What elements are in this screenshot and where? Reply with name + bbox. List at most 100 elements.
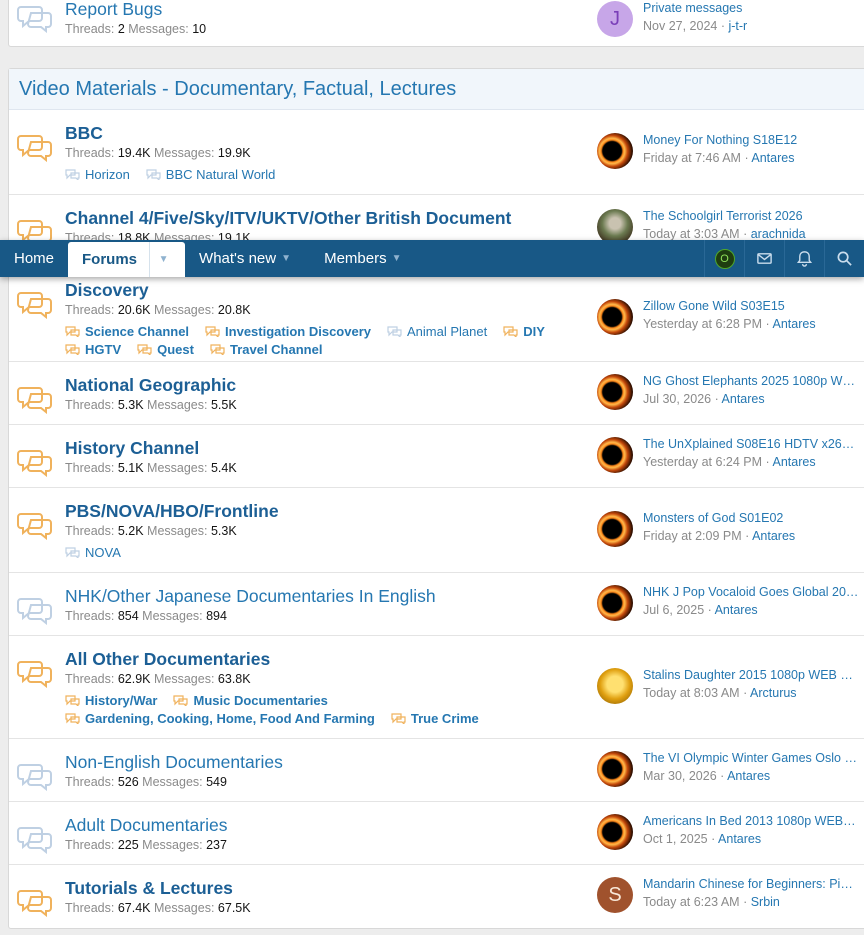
subforum-link[interactable]: Quest <box>137 342 194 357</box>
avatar[interactable] <box>597 585 633 621</box>
forum-title[interactable]: National Geographic <box>65 375 236 396</box>
forum-stats: Threads: 526 Messages: 549 <box>65 775 227 789</box>
forum-node: Discovery Threads: 20.6K Messages: 20.8K S… <box>9 275 864 362</box>
subforum-icon <box>65 546 80 560</box>
avatar[interactable] <box>597 751 633 787</box>
forum-title[interactable]: Adult Documentaries <box>65 815 227 836</box>
last-post-title[interactable]: Stalins Daughter 2015 1080p WEB x264 <box>643 668 859 682</box>
subforum-icon <box>391 712 406 726</box>
inbox-button[interactable] <box>744 240 784 277</box>
last-post-title[interactable]: Private messages <box>643 1 859 15</box>
subforum-icon <box>65 343 80 357</box>
subforum-icon <box>503 325 518 339</box>
forum-stats: Threads: 20.6K Messages: 20.8K <box>65 303 251 317</box>
last-post-title[interactable]: Americans In Bed 2013 1080p WEB x264 <box>643 814 859 828</box>
last-post-meta: Oct 1, 2025 · Antares <box>643 832 762 846</box>
forum-title[interactable]: Discovery <box>65 280 149 301</box>
avatar[interactable] <box>597 814 633 850</box>
nav-home[interactable]: Home <box>0 240 68 277</box>
chevron-down-icon[interactable]: ▼ <box>276 240 296 277</box>
forum-unread-icon <box>17 658 55 688</box>
forum-title[interactable]: History Channel <box>65 438 199 459</box>
subforum-icon <box>65 694 80 708</box>
last-post-meta: Today at 3:03 AM · arachnida <box>643 227 806 241</box>
subforum-icon <box>137 343 152 357</box>
forum-title[interactable]: Non-English Documentaries <box>65 752 283 773</box>
forum-title-report-bugs[interactable]: Report Bugs <box>65 0 162 20</box>
avatar[interactable] <box>597 668 633 704</box>
account-button[interactable]: O <box>704 240 744 277</box>
forum-stats: Threads: 5.2K Messages: 5.3K <box>65 524 237 538</box>
forum-title[interactable]: All Other Documentaries <box>65 649 270 670</box>
avatar[interactable] <box>597 299 633 335</box>
forum-title[interactable]: NHK/Other Japanese Documentaries In Engl… <box>65 586 436 607</box>
avatar[interactable]: S <box>597 877 633 913</box>
subforum-list: HGTV Quest Travel Channel <box>65 342 338 357</box>
subforum-link[interactable]: Travel Channel <box>210 342 322 357</box>
avatar[interactable] <box>597 437 633 473</box>
envelope-icon <box>757 253 772 264</box>
forum-title[interactable]: PBS/NOVA/HBO/Frontline <box>65 501 279 522</box>
forum-block-support: Report Bugs Threads: 2 Messages: 10 J Pr… <box>8 0 864 47</box>
subforum-link[interactable]: Animal Planet <box>387 324 487 339</box>
forum-title[interactable]: Tutorials & Lectures <box>65 878 233 899</box>
forum-node: Tutorials & Lectures Threads: 67.4K Messa… <box>9 865 864 928</box>
subforum-icon <box>146 168 161 182</box>
last-post-title[interactable]: The UnXplained S08E16 HDTV x264 AAC <box>643 437 859 451</box>
forum-node: PBS/NOVA/HBO/Frontline Threads: 5.2K Mess… <box>9 488 864 573</box>
last-post: Money For Nothing S18E12 Friday at 7:46 A… <box>597 133 864 173</box>
avatar[interactable] <box>597 374 633 410</box>
subforum-link[interactable]: Gardening, Cooking, Home, Food And Farmi… <box>65 711 375 726</box>
category-title[interactable]: Video Materials - Documentary, Factual, … <box>19 78 456 101</box>
last-post-meta: Friday at 7:46 AM · Antares <box>643 151 795 165</box>
last-post-title[interactable]: The VI Olympic Winter Games Oslo 1952 <box>643 751 859 765</box>
subforum-icon <box>210 343 225 357</box>
last-post-meta: Jul 30, 2026 · Antares <box>643 392 765 406</box>
subforum-link[interactable]: Music Documentaries <box>173 693 328 708</box>
subforum-icon <box>65 168 80 182</box>
subforum-link[interactable]: Horizon <box>65 167 130 182</box>
forum-block-documentary: Video Materials - Documentary, Factual, … <box>8 68 864 929</box>
last-post-title[interactable]: The Schoolgirl Terrorist 2026 <box>643 209 859 223</box>
nav-user-tools: O <box>704 240 864 277</box>
chevron-down-icon[interactable]: ▼ <box>149 242 177 277</box>
last-post-title[interactable]: Zillow Gone Wild S03E15 <box>643 299 859 313</box>
subforum-link[interactable]: Science Channel <box>65 324 189 339</box>
chevron-down-icon[interactable]: ▼ <box>387 240 407 277</box>
subforum-link[interactable]: History/War <box>65 693 157 708</box>
search-button[interactable] <box>824 240 864 277</box>
subforum-icon <box>205 325 220 339</box>
subforum-link[interactable]: NOVA <box>65 545 121 560</box>
avatar[interactable]: J <box>597 1 633 37</box>
subforum-link[interactable]: BBC Natural World <box>146 167 275 182</box>
nav-forums[interactable]: Forums ▼ <box>68 242 186 277</box>
forum-unread-icon <box>17 132 55 162</box>
subforum-link[interactable]: HGTV <box>65 342 121 357</box>
forum-unread-icon <box>17 384 55 414</box>
last-post: Monsters of God S01E02 Friday at 2:09 PM … <box>597 511 864 551</box>
subforum-list: History/War Music Documentaries <box>65 693 344 708</box>
avatar[interactable] <box>597 133 633 169</box>
subforum-link[interactable]: DIY <box>503 324 545 339</box>
nav-whats-new[interactable]: What's new ▼ <box>185 240 310 277</box>
forum-node: National Geographic Threads: 5.3K Message… <box>9 362 864 425</box>
last-post: S Mandarin Chinese for Beginners: Pinyin T… <box>597 877 864 917</box>
last-post-meta: Jul 6, 2025 · Antares <box>643 603 758 617</box>
nav-forums-label: Forums <box>82 251 138 268</box>
last-post-title[interactable]: NHK J Pop Vocaloid Goes Global 2025 <box>643 585 859 599</box>
alerts-button[interactable] <box>784 240 824 277</box>
forum-title[interactable]: BBC <box>65 123 103 144</box>
nav-bar: Home Forums ▼ What's new ▼ Members ▼ O <box>0 240 864 277</box>
last-post-title[interactable]: NG Ghost Elephants 2025 1080p WEB <box>643 374 859 388</box>
subforum-link[interactable]: Investigation Discovery <box>205 324 371 339</box>
last-post-title[interactable]: Mandarin Chinese for Beginners: Pinyin <box>643 877 859 891</box>
subforum-link[interactable]: True Crime <box>391 711 479 726</box>
nav-members[interactable]: Members ▼ <box>310 240 421 277</box>
subforum-icon <box>173 694 189 708</box>
last-post-title[interactable]: Monsters of God S01E02 <box>643 511 859 525</box>
forum-node: Report Bugs Threads: 2 Messages: 10 J Pr… <box>9 0 864 48</box>
avatar[interactable] <box>597 511 633 547</box>
last-post-title[interactable]: Money For Nothing S18E12 <box>643 133 859 147</box>
forum-title[interactable]: Channel 4/Five/Sky/ITV/UKTV/Other Britis… <box>65 208 511 229</box>
bell-icon <box>796 251 813 267</box>
